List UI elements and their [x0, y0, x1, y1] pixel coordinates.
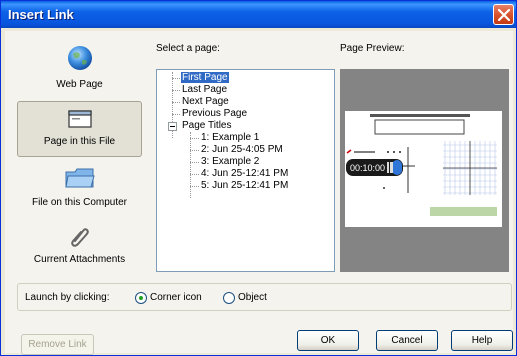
help-button[interactable]: Help: [451, 330, 513, 351]
tree-item-page-3[interactable]: 3: Example 2: [200, 156, 260, 168]
link-type-nav: Web Page Page in this File File on this …: [17, 41, 142, 273]
tree-item-label: 2: Jun 25-4:05 PM: [201, 144, 283, 155]
tree-item-next-page[interactable]: Next Page: [181, 96, 230, 108]
nav-item-page-in-file[interactable]: Page in this File: [17, 101, 142, 157]
remove-link-button[interactable]: Remove Link: [21, 334, 94, 355]
close-icon: [498, 9, 510, 21]
tree-item-label: First Page: [181, 72, 229, 83]
tree-item-label: Next Page: [182, 96, 229, 107]
ok-button[interactable]: OK: [297, 330, 359, 351]
object-label[interactable]: Object: [238, 292, 267, 303]
cancel-button[interactable]: Cancel: [376, 330, 438, 351]
preview-thumbnail: 00:10:00: [345, 111, 502, 227]
tree-item-previous-page[interactable]: Previous Page: [181, 108, 248, 120]
page-tree[interactable]: First Page Last Page Next Page Previous …: [156, 69, 335, 272]
tree-item-last-page[interactable]: Last Page: [181, 84, 228, 96]
close-button[interactable]: [493, 4, 514, 25]
corner-icon-label[interactable]: Corner icon: [150, 292, 202, 303]
title-bar[interactable]: Insert Link: [1, 1, 516, 28]
tree-item-page-4[interactable]: 4: Jun 25-12:41 PM: [200, 168, 289, 180]
tree-item-page-5[interactable]: 5: Jun 25-12:41 PM: [200, 180, 289, 192]
nav-item-file-on-computer[interactable]: File on this Computer: [17, 159, 142, 217]
tree-item-label: Previous Page: [182, 108, 248, 119]
launch-options-group: Launch by clicking: Corner icon Object: [17, 283, 512, 311]
tree-item-page-1[interactable]: 1: Example 1: [200, 132, 260, 144]
tree-item-label: 1: Example 1: [201, 132, 260, 143]
tree-item-label: 5: Jun 25-12:41 PM: [201, 180, 289, 191]
paperclip-icon: [70, 228, 89, 247]
nav-item-web-page[interactable]: Web Page: [17, 41, 142, 99]
corner-icon-radio[interactable]: [135, 292, 147, 304]
launch-label: Launch by clicking:: [25, 292, 110, 303]
page-preview: 00:10:00: [340, 69, 509, 272]
select-page-label: Select a page:: [156, 43, 220, 54]
tree-item-page-titles[interactable]: Page Titles: [181, 120, 232, 132]
nav-label-page-in-file: Page in this File: [43, 136, 116, 147]
nav-label-current-attachments: Current Attachments: [33, 254, 126, 265]
preview-content: 00:10:00: [346, 114, 497, 216]
globe-icon: [67, 46, 92, 70]
nav-label-file-on-computer: File on this Computer: [31, 197, 128, 208]
tree-item-label: Last Page: [182, 84, 228, 95]
tree-item-first-page[interactable]: First Page: [181, 72, 229, 84]
dialog-title: Insert Link: [8, 7, 74, 22]
collapse-toggle[interactable]: [168, 122, 177, 131]
nav-label-web-page: Web Page: [56, 79, 103, 90]
tree-item-label: 3: Example 2: [201, 156, 260, 167]
tree-item-page-2[interactable]: 2: Jun 25-4:05 PM: [200, 144, 284, 156]
page-preview-label: Page Preview:: [340, 43, 405, 54]
tree-item-label: 4: Jun 25-12:41 PM: [201, 168, 289, 179]
folder-icon: [64, 168, 95, 188]
page-icon: [67, 110, 92, 128]
object-radio[interactable]: [223, 292, 235, 304]
insert-link-dialog: Insert Link Web Page Page in this File F…: [0, 0, 517, 356]
preview-timer-text: 00:10:00: [350, 163, 385, 173]
tree-item-label: Page Titles: [182, 120, 232, 131]
nav-item-current-attachments[interactable]: Current Attachments: [17, 219, 142, 273]
